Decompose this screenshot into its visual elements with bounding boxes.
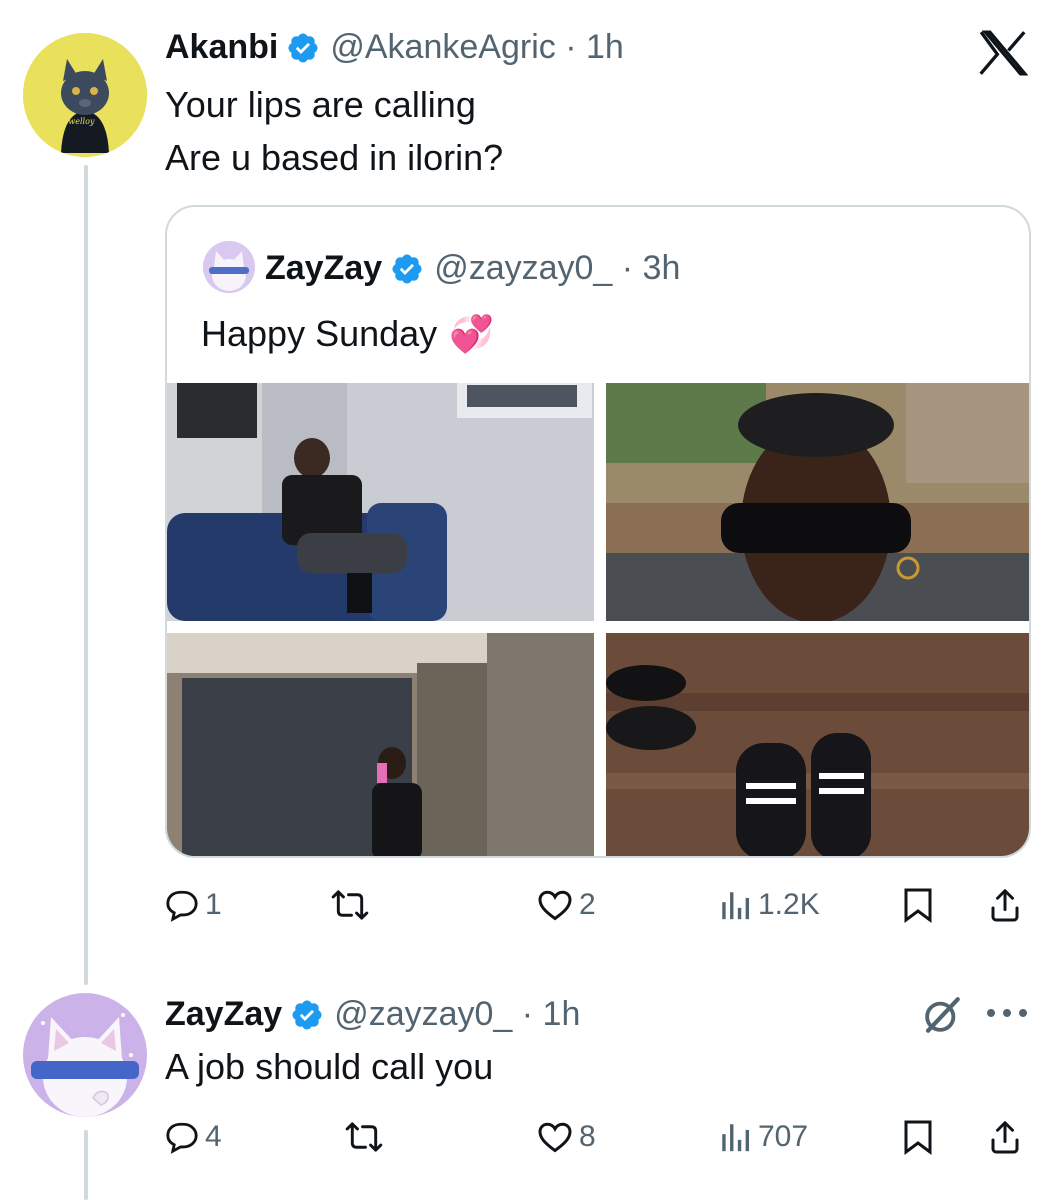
repost-icon: [331, 890, 369, 920]
bookmark-action[interactable]: [902, 1112, 934, 1162]
views-action[interactable]: 707: [718, 1112, 808, 1162]
like-count: 8: [579, 1120, 596, 1153]
share-action[interactable]: [987, 1112, 1023, 1162]
thread-line-bottom: [84, 1130, 88, 1200]
cat-blindfold-avatar: [23, 993, 147, 1117]
handle-and-time[interactable]: @AkankeAgric · 1h: [330, 28, 623, 67]
bookmark-action[interactable]: [902, 880, 934, 930]
handle-and-time[interactable]: @zayzay0_ · 1h: [334, 995, 580, 1034]
bookmark-icon: [904, 888, 932, 923]
reply-action[interactable]: 4: [165, 1112, 222, 1162]
thread-line-top: [84, 165, 88, 985]
reply-icon: [166, 890, 198, 922]
display-name[interactable]: Akanbi: [165, 28, 278, 67]
display-name[interactable]: ZayZay: [165, 995, 282, 1034]
quoted-tweet-header: ZayZay @zayzay0_ · 3h: [265, 249, 680, 288]
more-icon[interactable]: [985, 1007, 1029, 1019]
reply-action[interactable]: 1: [165, 880, 222, 930]
action-bar-zayzay: 4 8 707: [165, 1112, 1035, 1162]
quoted-tweet-body: Happy Sunday 💞: [201, 307, 494, 361]
photo-3-image: [167, 633, 594, 856]
share-icon: [991, 889, 1019, 922]
photo-2-selfie[interactable]: [606, 383, 1029, 621]
reply-icon: [166, 1122, 198, 1154]
grok-icon[interactable]: [921, 994, 963, 1036]
bookmark-icon: [904, 1120, 932, 1155]
verified-icon: [292, 999, 322, 1030]
like-icon: [538, 890, 572, 921]
cat-avatar-image: [23, 33, 147, 157]
reply-count: 1: [205, 888, 222, 921]
tweet-header-zayzay: ZayZay @zayzay0_ · 1h: [165, 995, 580, 1034]
repost-icon: [345, 1122, 383, 1152]
avatar-zayzay[interactable]: [23, 993, 147, 1117]
avatar-akanbi[interactable]: [23, 33, 147, 157]
tweet-text-line-1: Your lips are calling: [165, 84, 476, 125]
sparkling-hearts-emoji: 💞: [449, 313, 494, 354]
photo-2-image: [606, 383, 1029, 621]
reply-count: 4: [205, 1120, 222, 1153]
views-icon: [722, 892, 750, 920]
photo-1-image: [167, 383, 594, 621]
repost-action[interactable]: [345, 1112, 383, 1162]
quoted-handle-and-time[interactable]: @zayzay0_ · 3h: [434, 249, 680, 288]
views-count: 707: [758, 1120, 809, 1153]
photo-1-sofa[interactable]: [167, 383, 594, 621]
avatar-logo-text: Dwelloy: [62, 117, 95, 126]
share-icon: [991, 1121, 1019, 1154]
tweet-header-akanbi: Akanbi @AkankeAgric · 1h: [165, 28, 624, 67]
share-action[interactable]: [987, 880, 1023, 930]
views-action[interactable]: 1.2K: [718, 880, 820, 930]
photo-4-image: [606, 633, 1029, 856]
x-logo-icon[interactable]: [978, 30, 1028, 76]
response-tweet-text: A job should call you: [165, 1046, 494, 1087]
views-count: 1.2K: [758, 888, 820, 921]
quoted-display-name[interactable]: ZayZay: [265, 249, 382, 288]
like-icon: [538, 1122, 572, 1153]
tweet-text-line-2: Are u based in ilorin?: [165, 137, 504, 178]
avatar-zayzay-small[interactable]: [203, 241, 255, 293]
cat-blindfold-avatar-small: [203, 241, 255, 293]
verified-icon: [288, 32, 318, 63]
like-action[interactable]: 2: [537, 880, 596, 930]
verified-icon: [392, 253, 422, 284]
like-count: 2: [579, 888, 596, 921]
repost-action[interactable]: [331, 880, 369, 930]
photo-3-mirror[interactable]: [167, 633, 594, 856]
quoted-tweet-text: Happy Sunday: [201, 313, 438, 354]
photo-4-sneakers[interactable]: [606, 633, 1029, 856]
views-icon: [722, 1124, 750, 1152]
action-bar-akanbi: 1 2 1.2K: [165, 880, 1035, 930]
quoted-tweet-card[interactable]: ZayZay @zayzay0_ · 3h Happy Sunday 💞: [165, 205, 1031, 858]
like-action[interactable]: 8: [537, 1112, 596, 1162]
